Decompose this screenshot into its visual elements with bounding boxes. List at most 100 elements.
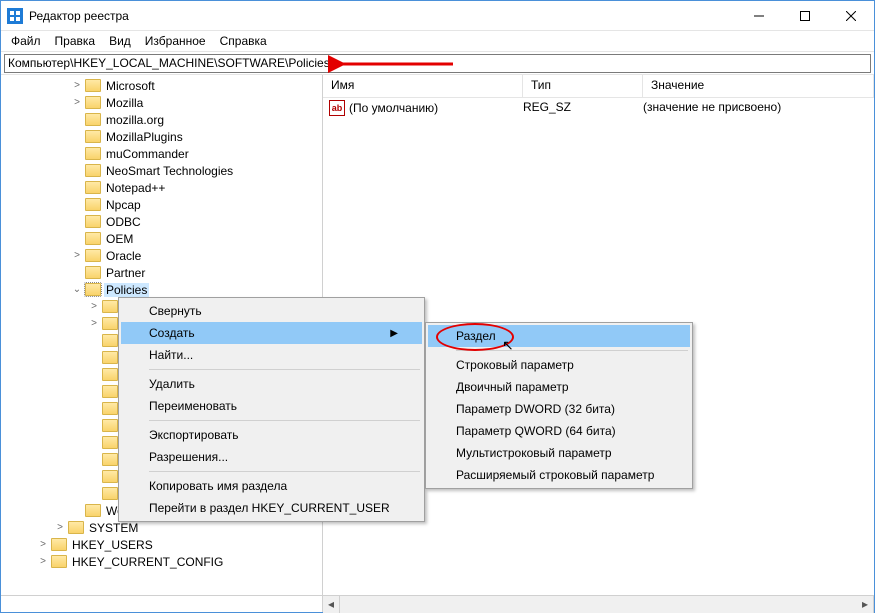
- ctx-new-string[interactable]: Строковый параметр: [428, 354, 690, 376]
- folder-icon: [102, 334, 118, 347]
- tree-item-label: SYSTEM: [87, 521, 140, 535]
- tree-item-label: OEM: [104, 232, 135, 246]
- ctx-new-key[interactable]: Раздел: [428, 325, 690, 347]
- ctx-new-multi[interactable]: Мультистроковый параметр: [428, 442, 690, 464]
- scroll-left-button[interactable]: ◂: [323, 596, 340, 613]
- window-title: Редактор реестра: [29, 9, 736, 23]
- close-button[interactable]: [828, 1, 874, 31]
- folder-icon: [51, 538, 67, 551]
- statusbar: ◂ ▸: [1, 595, 874, 612]
- tree-item[interactable]: Npcap: [1, 196, 322, 213]
- folder-icon: [85, 283, 101, 296]
- folder-icon: [102, 453, 118, 466]
- tree-item[interactable]: mozilla.org: [1, 111, 322, 128]
- close-icon: [846, 11, 856, 21]
- tree-item[interactable]: NeoSmart Technologies: [1, 162, 322, 179]
- menu-edit[interactable]: Правка: [49, 32, 102, 50]
- ctx-new-qword[interactable]: Параметр QWORD (64 бита): [428, 420, 690, 442]
- tree-item[interactable]: > Oracle: [1, 247, 322, 264]
- ctx-new[interactable]: Создать▶: [121, 322, 422, 344]
- folder-icon: [85, 181, 101, 194]
- tree-item[interactable]: OEM: [1, 230, 322, 247]
- folder-icon: [51, 555, 67, 568]
- tree-item-label: muCommander: [104, 147, 191, 161]
- context-submenu-new: Раздел Строковый параметр Двоичный парам…: [425, 322, 693, 489]
- folder-icon: [102, 487, 118, 500]
- scroll-right-button[interactable]: ▸: [857, 596, 874, 613]
- ctx-new-expand[interactable]: Расширяемый строковый параметр: [428, 464, 690, 486]
- menu-file[interactable]: Файл: [5, 32, 47, 50]
- menubar: Файл Правка Вид Избранное Справка: [1, 31, 874, 52]
- values-header: Имя Тип Значение: [323, 75, 874, 98]
- ctx-find[interactable]: Найти...: [121, 344, 422, 366]
- context-menu-key: Свернуть Создать▶ Найти... Удалить Переи…: [118, 297, 425, 522]
- tree-item-label: Notepad++: [104, 181, 167, 195]
- titlebar: Редактор реестра: [1, 1, 874, 31]
- expand-icon[interactable]: >: [35, 556, 51, 567]
- menu-help[interactable]: Справка: [214, 32, 273, 50]
- menu-view[interactable]: Вид: [103, 32, 137, 50]
- value-name: (По умолчанию): [349, 101, 438, 115]
- maximize-button[interactable]: [782, 1, 828, 31]
- expand-icon[interactable]: >: [69, 250, 85, 261]
- folder-icon: [85, 266, 101, 279]
- folder-icon: [85, 147, 101, 160]
- collapse-icon[interactable]: ⌄: [69, 284, 85, 295]
- expand-icon[interactable]: >: [86, 301, 102, 312]
- ctx-copy-key-name[interactable]: Копировать имя раздела: [121, 475, 422, 497]
- string-value-icon: ab: [329, 100, 345, 116]
- folder-icon: [68, 521, 84, 534]
- ctx-new-dword[interactable]: Параметр DWORD (32 бита): [428, 398, 690, 420]
- scroll-track[interactable]: [340, 596, 857, 613]
- expand-icon[interactable]: >: [52, 522, 68, 533]
- tree-item-label: mozilla.org: [104, 113, 166, 127]
- expand-icon[interactable]: >: [86, 318, 102, 329]
- value-data: (значение не присвоено): [643, 100, 874, 116]
- maximize-icon: [800, 11, 810, 21]
- col-type[interactable]: Тип: [523, 75, 643, 97]
- tree-item-label: Mozilla: [104, 96, 145, 110]
- tree-item[interactable]: > Mozilla: [1, 94, 322, 111]
- tree-item[interactable]: ODBC: [1, 213, 322, 230]
- folder-icon: [102, 351, 118, 364]
- tree-item[interactable]: MozillaPlugins: [1, 128, 322, 145]
- expand-icon[interactable]: >: [35, 539, 51, 550]
- value-type: REG_SZ: [523, 100, 643, 116]
- tree-item-label: Partner: [104, 266, 147, 280]
- address-input[interactable]: [4, 54, 871, 73]
- tree-item[interactable]: Notepad++: [1, 179, 322, 196]
- minimize-icon: [754, 11, 764, 21]
- tree-item-label: Npcap: [104, 198, 143, 212]
- folder-icon: [85, 198, 101, 211]
- tree-item[interactable]: ⌄Policies: [1, 281, 322, 298]
- ctx-delete[interactable]: Удалить: [121, 373, 422, 395]
- tree-item-label: HKEY_CURRENT_CONFIG: [70, 555, 225, 569]
- ctx-collapse[interactable]: Свернуть: [121, 300, 422, 322]
- folder-icon: [85, 79, 101, 92]
- app-icon: [7, 8, 23, 24]
- tree-item[interactable]: > HKEY_CURRENT_CONFIG: [1, 553, 322, 570]
- expand-icon[interactable]: >: [69, 97, 85, 108]
- tree-item[interactable]: >Microsoft: [1, 77, 322, 94]
- tree-item-label: Oracle: [104, 249, 143, 263]
- folder-icon: [85, 164, 101, 177]
- menu-favorites[interactable]: Избранное: [139, 32, 212, 50]
- minimize-button[interactable]: [736, 1, 782, 31]
- tree-item-label: MozillaPlugins: [104, 130, 185, 144]
- tree-item[interactable]: muCommander: [1, 145, 322, 162]
- tree-item[interactable]: >HKEY_USERS: [1, 536, 322, 553]
- folder-icon: [102, 419, 118, 432]
- submenu-arrow-icon: ▶: [360, 328, 398, 339]
- folder-icon: [85, 215, 101, 228]
- value-row-default[interactable]: ab (По умолчанию) REG_SZ (значение не пр…: [323, 98, 874, 118]
- ctx-permissions[interactable]: Разрешения...: [121, 446, 422, 468]
- col-value[interactable]: Значение: [643, 75, 874, 97]
- ctx-new-binary[interactable]: Двоичный параметр: [428, 376, 690, 398]
- col-name[interactable]: Имя: [323, 75, 523, 97]
- tree-item[interactable]: Partner: [1, 264, 322, 281]
- ctx-goto-hkcu[interactable]: Перейти в раздел HKEY_CURRENT_USER: [121, 497, 422, 519]
- ctx-rename[interactable]: Переименовать: [121, 395, 422, 417]
- ctx-export[interactable]: Экспортировать: [121, 424, 422, 446]
- expand-icon[interactable]: >: [69, 80, 85, 91]
- folder-icon: [85, 96, 101, 109]
